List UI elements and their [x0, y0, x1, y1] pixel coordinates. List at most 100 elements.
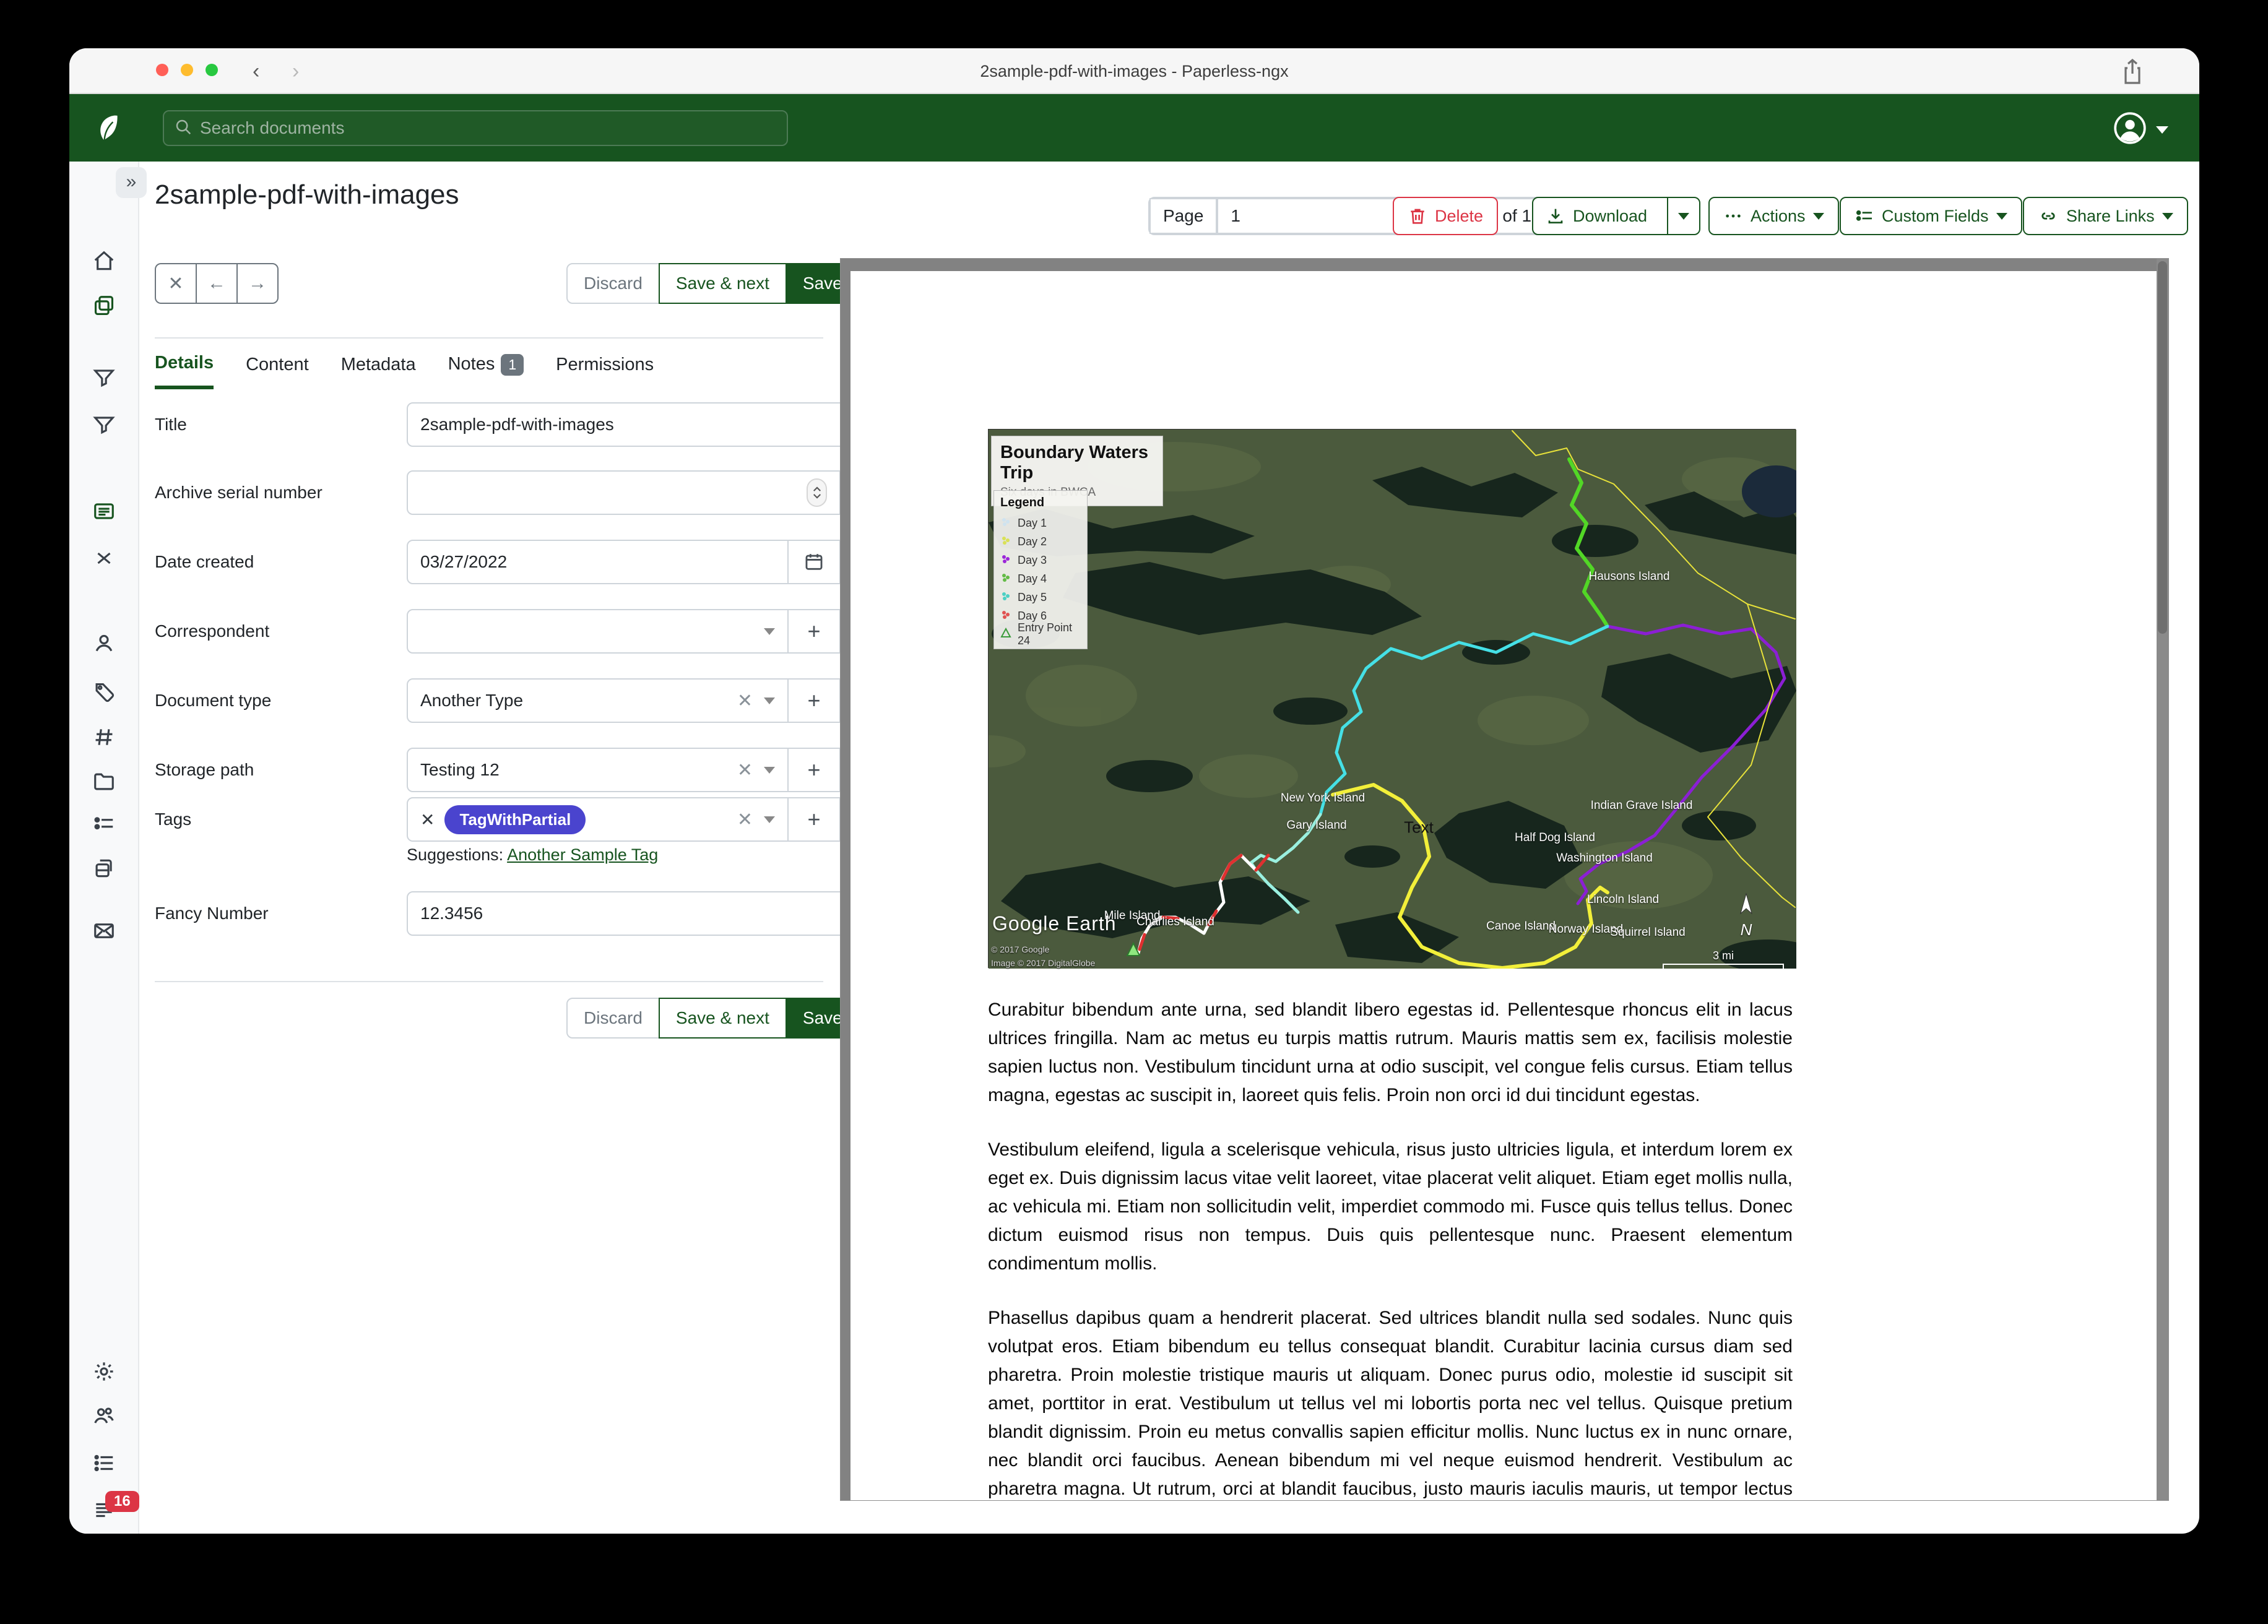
next-document-button[interactable]: →	[236, 263, 279, 304]
sidebar-item-open-document[interactable]	[92, 499, 116, 523]
fancy-number-input[interactable]	[420, 904, 859, 923]
sidebar-item-storage-paths[interactable]	[92, 770, 116, 793]
tab-notes[interactable]: Notes1	[448, 354, 524, 388]
island-label: Canoe Island	[1486, 920, 1556, 933]
save-next-button[interactable]: Save & next	[659, 263, 787, 304]
sidebar-item-dashboard[interactable]	[92, 249, 116, 273]
legend-marker-icon	[1000, 535, 1011, 549]
legend-item: Day 1	[1000, 514, 1081, 532]
paperless-logo-icon[interactable]	[89, 111, 121, 147]
add-document-type-button[interactable]: +	[787, 678, 841, 723]
app-window: ‹ › 2sample-pdf-with-images - Paperless-…	[69, 48, 2199, 1534]
add-tag-button[interactable]: +	[787, 797, 841, 842]
custom-fields-icon	[1855, 206, 1874, 226]
legend-label: Day 6	[1018, 610, 1047, 623]
close-document-button[interactable]: ✕	[155, 263, 197, 304]
sidebar-item-saved-view-1[interactable]	[92, 366, 116, 389]
previous-document-button[interactable]: ←	[196, 263, 238, 304]
asn-label: Archive serial number	[155, 482, 407, 504]
save-group-top: Discard Save & next Save	[566, 263, 860, 304]
legend-label: Day 1	[1018, 517, 1047, 530]
sidebar-item-documents[interactable]	[92, 294, 116, 317]
legend-marker-icon	[1000, 516, 1011, 530]
correspondent-select[interactable]	[407, 609, 789, 654]
legend-item: Day 3	[1000, 551, 1081, 569]
map-image: Boundary Waters Trip Six days in BWCA Le…	[988, 429, 1796, 968]
legend-item: Day 5	[1000, 588, 1081, 607]
document-text: Curabitur bibendum ante urna, sed blandi…	[988, 996, 1793, 1500]
legend-label: Day 2	[1018, 535, 1047, 548]
storage-path-field-row: Storage path Testing 12 ✕ +	[155, 748, 893, 792]
tab-content[interactable]: Content	[246, 355, 309, 387]
save-next-button[interactable]: Save & next	[659, 998, 787, 1039]
search-input[interactable]	[200, 118, 777, 138]
legend-marker-icon	[1000, 553, 1011, 568]
sidebar-item-duplicates[interactable]	[92, 857, 116, 880]
sidebar-expand-button[interactable]: »	[116, 167, 147, 198]
island-label: Lincoln Island	[1587, 893, 1659, 907]
asn-input[interactable]	[420, 483, 807, 503]
tab-details[interactable]: Details	[155, 353, 214, 389]
delete-button[interactable]: Delete	[1393, 197, 1498, 235]
sidebar-item-users-groups[interactable]	[92, 1404, 116, 1428]
share-links-button[interactable]: Share Links	[2023, 197, 2188, 235]
sidebar-item-correspondents[interactable]	[92, 631, 116, 655]
document-type-select[interactable]: Another Type ✕	[407, 678, 789, 723]
suggestion-link[interactable]: Another Sample Tag	[507, 845, 658, 864]
save-group-bottom: Discard Save & next Save	[566, 998, 860, 1039]
date-created-field-row: Date created	[155, 540, 893, 584]
date-created-input[interactable]	[420, 552, 775, 572]
download-options-button[interactable]	[1667, 198, 1699, 234]
sidebar-item-tags[interactable]	[92, 681, 116, 704]
chevron-down-icon	[2156, 126, 2168, 134]
tab-permissions[interactable]: Permissions	[556, 355, 654, 387]
tag-chip[interactable]: TagWithPartial	[444, 805, 586, 834]
legend-item: Day 4	[1000, 569, 1081, 588]
add-correspondent-button[interactable]: +	[787, 609, 841, 654]
share-icon[interactable]	[2120, 58, 2145, 89]
sidebar-item-document-types[interactable]	[92, 725, 116, 749]
storage-path-select[interactable]: Testing 12 ✕	[407, 748, 789, 792]
north-arrow: N	[1738, 892, 1754, 939]
sidebar: 16	[69, 162, 139, 1534]
document-type-label: Document type	[155, 689, 407, 712]
sidebar-item-mail[interactable]	[92, 919, 116, 943]
download-button[interactable]: Download	[1533, 198, 1660, 234]
legend-marker-icon	[1000, 609, 1011, 623]
discard-button[interactable]: Discard	[566, 998, 660, 1039]
remove-tag-icon[interactable]: ✕	[420, 810, 435, 830]
island-label: Charlies Island	[1136, 915, 1214, 929]
title-input[interactable]	[420, 415, 879, 434]
actions-button[interactable]: Actions	[1708, 197, 1839, 235]
sidebar-item-close-document-icon[interactable]	[92, 546, 116, 570]
discard-button[interactable]: Discard	[566, 263, 660, 304]
sidebar-item-settings[interactable]	[92, 1360, 116, 1383]
clear-icon[interactable]: ✕	[737, 690, 753, 712]
sidebar-item-custom-fields[interactable]	[92, 812, 116, 836]
divider	[155, 981, 823, 982]
avatar-icon	[2113, 111, 2147, 149]
global-search[interactable]	[163, 110, 788, 146]
tab-metadata[interactable]: Metadata	[341, 355, 416, 387]
add-storage-path-button[interactable]: +	[787, 748, 841, 792]
download-split-button: Download	[1532, 197, 1700, 235]
tags-select[interactable]: ✕ TagWithPartial ✕	[407, 797, 789, 842]
preview-scrollbar[interactable]	[2157, 259, 2168, 1500]
clear-icon[interactable]: ✕	[737, 809, 753, 831]
island-label: Hausons Island	[1589, 570, 1670, 584]
scrollbar-thumb	[2158, 261, 2167, 634]
clear-icon[interactable]: ✕	[737, 759, 753, 781]
sidebar-item-saved-view-2[interactable]	[92, 413, 116, 436]
sidebar-item-file-tasks[interactable]	[92, 1451, 116, 1475]
fancy-number-field-row: Fancy Number	[155, 891, 893, 936]
caret-down-icon	[1996, 213, 2007, 220]
chevron-down-icon	[764, 698, 775, 704]
legend-label: Day 3	[1018, 554, 1047, 567]
map-title: Boundary Waters Trip	[1000, 443, 1154, 483]
legend-marker-icon	[1000, 572, 1011, 586]
custom-fields-button[interactable]: Custom Fields	[1840, 197, 2022, 235]
user-menu[interactable]	[2113, 111, 2168, 149]
chevron-down-icon	[764, 628, 775, 635]
asn-stepper[interactable]	[807, 478, 827, 507]
calendar-button[interactable]	[787, 540, 841, 584]
